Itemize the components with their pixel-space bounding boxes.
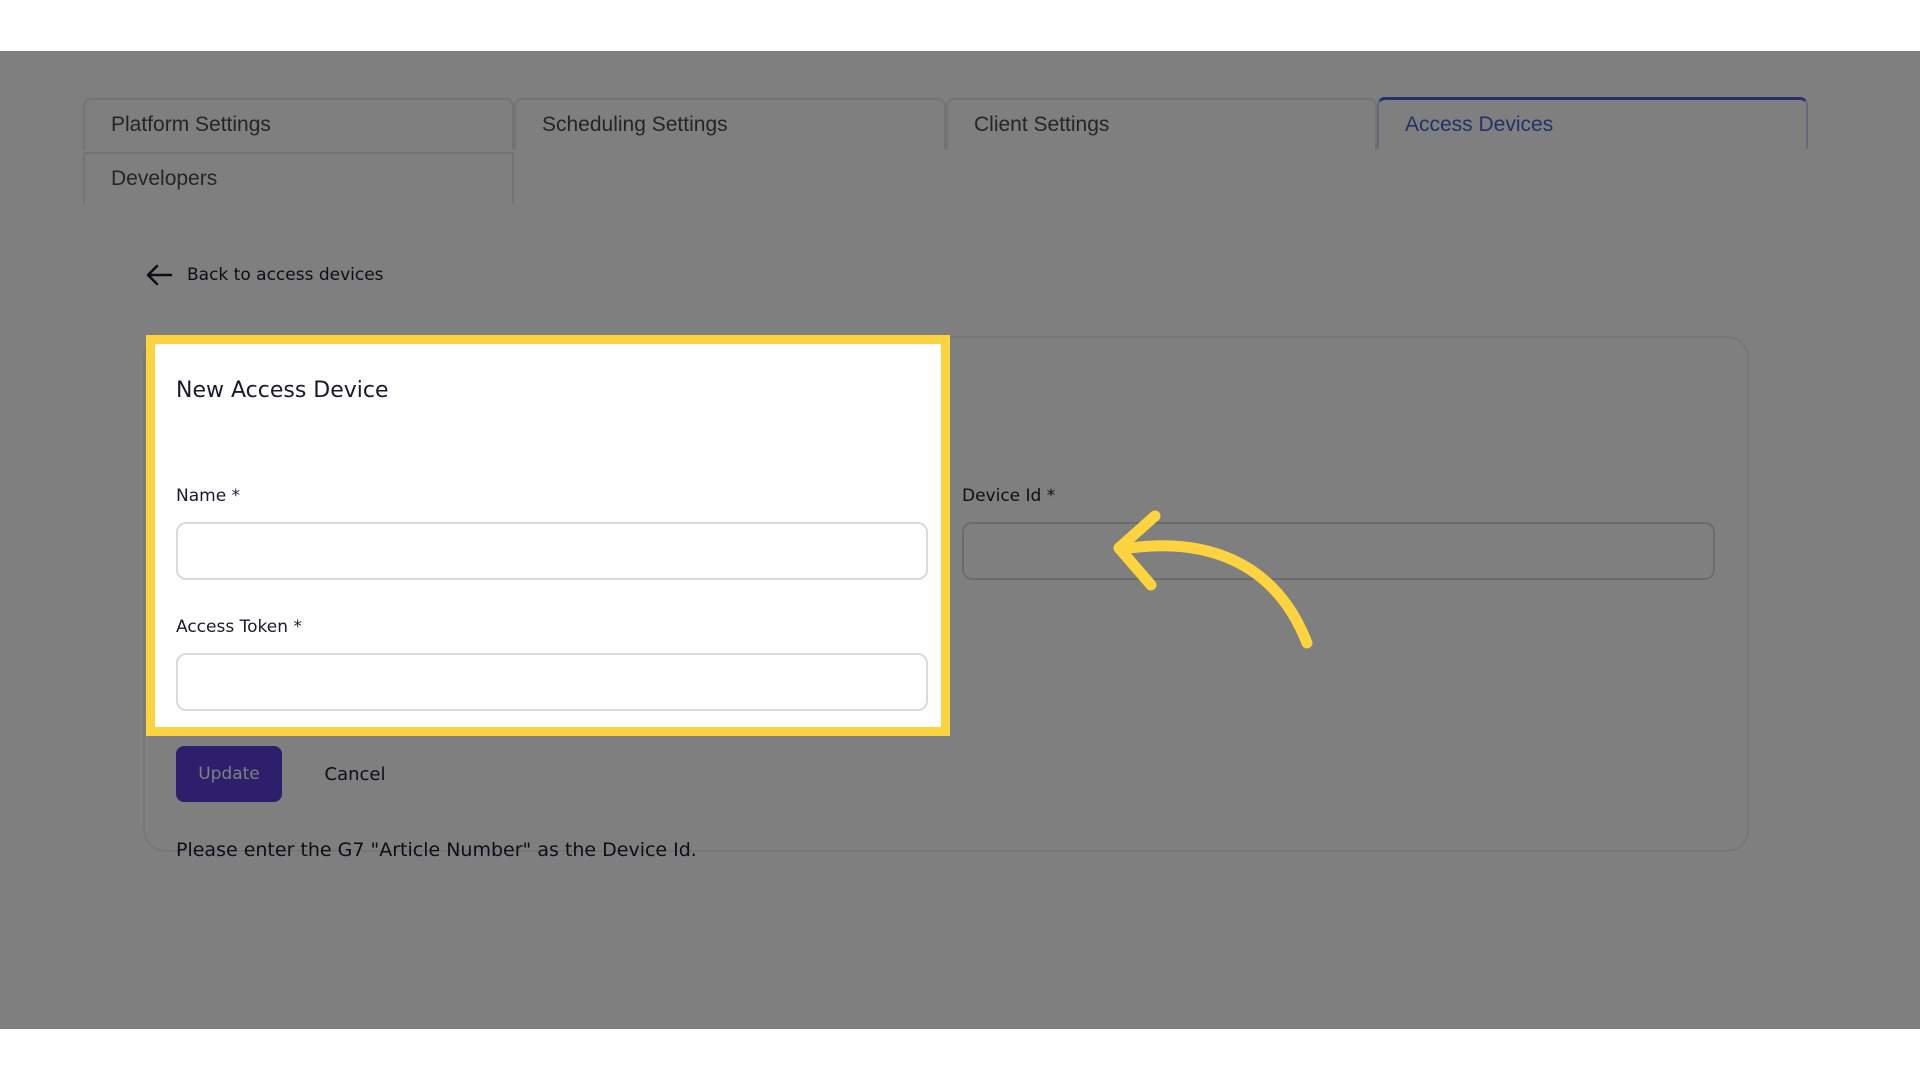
device-id-input[interactable]: [962, 522, 1715, 580]
arrow-left-icon: [146, 264, 173, 286]
tab-developers[interactable]: Developers: [83, 152, 514, 204]
tab-access-devices[interactable]: Access Devices: [1377, 97, 1808, 149]
tab-client-settings[interactable]: Client Settings: [946, 98, 1377, 150]
name-input[interactable]: [176, 522, 928, 580]
back-link-label: Back to access devices: [187, 265, 384, 285]
back-to-access-devices-link[interactable]: Back to access devices: [145, 260, 384, 290]
update-button[interactable]: Update: [176, 746, 282, 802]
tab-platform-settings[interactable]: Platform Settings: [83, 98, 514, 150]
access-token-input[interactable]: [176, 653, 928, 711]
device-id-label: Device Id *: [962, 486, 1056, 506]
access-token-label: Access Token *: [176, 617, 302, 637]
name-label: Name *: [176, 486, 241, 506]
device-id-helper-text: Please enter the G7 "Article Number" as …: [176, 839, 697, 861]
app-screen: Platform Settings Scheduling Settings Cl…: [0, 51, 1920, 1029]
tab-scheduling-settings[interactable]: Scheduling Settings: [514, 98, 946, 150]
form-title: New Access Device: [176, 378, 389, 403]
cancel-button[interactable]: Cancel: [304, 746, 406, 802]
